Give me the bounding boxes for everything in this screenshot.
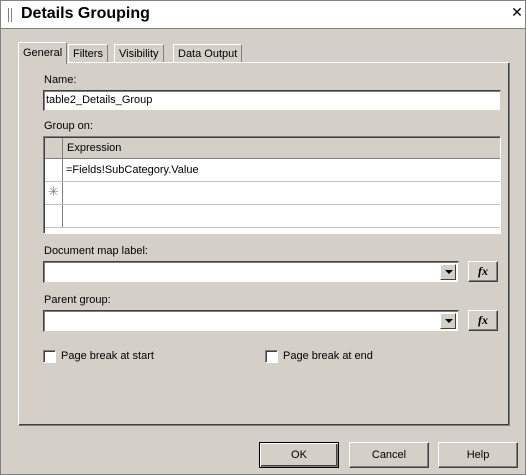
parent-group-combobox[interactable] [43,310,459,332]
expression-cell[interactable]: =Fields!SubCategory.Value [66,164,199,176]
parent-group-expression-button[interactable]: fx [468,310,498,331]
page-break-end-label[interactable]: Page break at end [283,350,373,362]
page-break-start-checkbox[interactable] [43,350,56,363]
group-expression-grid: Expression =Fields!SubCategory.Value ✳ [43,136,501,234]
asterisk-icon[interactable]: ✳ [45,182,63,204]
tab-filters[interactable]: Filters [68,44,108,63]
document-map-expression-button[interactable]: fx [468,261,498,282]
general-tab-panel [18,62,510,426]
grid-corner [45,138,63,158]
ok-button[interactable]: OK [259,442,339,468]
table-row[interactable] [45,205,500,228]
page-break-start-label[interactable]: Page break at start [61,350,154,362]
row-selector[interactable] [45,159,63,181]
document-map-label: Document map label: [44,245,148,257]
grid-header: Expression [45,138,500,159]
group-on-label: Group on: [44,120,93,132]
page-break-end-checkbox[interactable] [265,350,278,363]
window-icon [8,8,18,22]
tab-data-output[interactable]: Data Output [173,44,243,63]
window-title: Details Grouping [21,5,150,22]
function-icon: fx [478,264,488,278]
row-selector[interactable] [45,205,63,227]
function-icon: fx [478,313,488,327]
name-field[interactable]: table2_Details_Group [43,90,501,111]
document-map-combobox[interactable] [43,261,459,283]
tab-general[interactable]: General [18,42,68,64]
cancel-button[interactable]: Cancel [349,442,429,468]
chevron-down-icon[interactable] [440,264,456,280]
tab-visibility[interactable]: Visibility [114,44,164,63]
name-label: Name: [44,74,77,86]
help-button[interactable]: Help [438,442,518,468]
table-row[interactable]: =Fields!SubCategory.Value [45,159,500,182]
table-row[interactable]: ✳ [45,182,500,205]
parent-group-label: Parent group: [44,294,111,306]
chevron-down-icon[interactable] [440,313,456,329]
close-icon[interactable]: ✕ [509,5,525,22]
title-bar: Details Grouping ✕ [1,1,525,29]
details-grouping-dialog: Details Grouping ✕ General Filters Visib… [0,0,526,475]
expression-column-header: Expression [67,142,122,154]
